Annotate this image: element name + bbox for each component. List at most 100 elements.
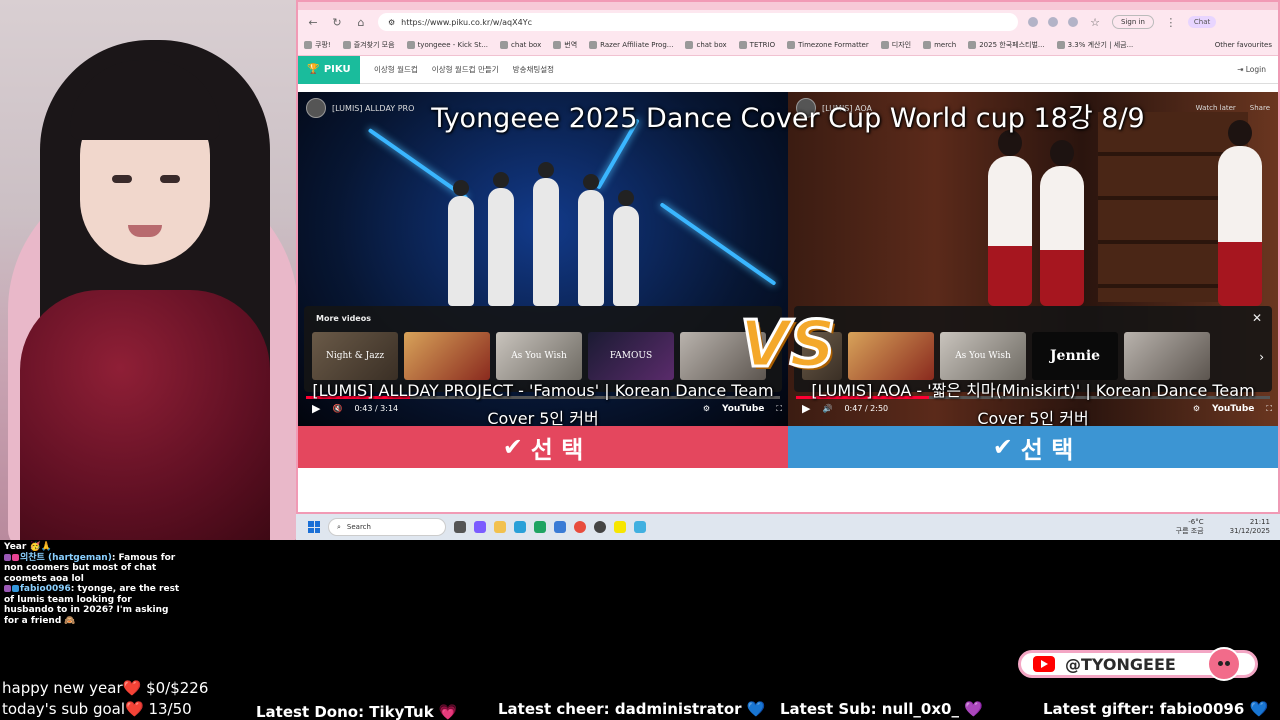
bookmark-item[interactable]: 2025 한국페스티벌... [968, 40, 1045, 50]
extension-icon[interactable] [1068, 17, 1078, 27]
windows-start-icon[interactable] [308, 521, 320, 533]
folder-icon[interactable] [494, 521, 506, 533]
video-left[interactable]: [LUMIS] ALLDAY PRO More videos Night & J… [298, 92, 788, 426]
extension-icon[interactable] [1048, 17, 1058, 27]
bookmark-favicon-icon [787, 40, 796, 49]
bookmark-item[interactable]: chat box [685, 40, 727, 49]
url-field[interactable]: ⚙ https://www.piku.co.kr/w/aqX4Yc [378, 13, 1018, 31]
close-icon[interactable]: ✕ [1252, 311, 1262, 325]
bookmark-label: chat box [511, 40, 542, 49]
video-thumb[interactable]: As You Wish [940, 332, 1026, 380]
video-thumb[interactable]: Jennie [1032, 332, 1118, 380]
bookmark-item[interactable]: 즐겨찾기 모음 [342, 40, 395, 50]
bookmark-favicon-icon [923, 40, 932, 49]
youtube-handle-badge: @TYONGEEE [1018, 647, 1258, 681]
sub-badge-icon [4, 585, 11, 592]
nav-worldcup[interactable]: 이상형 월드컵 [374, 64, 418, 75]
latest-cheer: Latest cheer: dadministrator 💙 [498, 700, 766, 718]
obs-icon[interactable] [594, 521, 606, 533]
bookmark-item[interactable]: Timezone Formatter [787, 40, 869, 49]
video-thumb[interactable]: FAMOUS [588, 332, 674, 380]
select-right-label: 선 택 [1020, 435, 1074, 464]
bookmark-label: 2025 한국페스티벌... [979, 40, 1045, 49]
bookmark-item[interactable]: merch [923, 40, 956, 49]
bookmark-favicon-icon [1056, 40, 1065, 49]
select-left-button[interactable]: ✔ 선 택 [298, 426, 788, 468]
chat-message: Year 🥳🙏 [4, 542, 182, 553]
sub-badge-icon [4, 553, 11, 561]
clock[interactable]: 21:11 31/12/2025 [1230, 518, 1270, 536]
clock-date: 31/12/2025 [1229, 527, 1270, 535]
trophy-icon: 🏆 [307, 64, 320, 75]
nav-make-worldcup[interactable]: 이상형 월드컵 만들기 [432, 64, 499, 75]
app-icon[interactable] [554, 521, 566, 533]
bookmark-item[interactable]: 디자인 [880, 40, 911, 50]
piku-logo[interactable]: 🏆 PIKU [298, 55, 360, 84]
worldcup-stage: [LUMIS] ALLDAY PRO More videos Night & J… [298, 92, 1278, 426]
signin-button[interactable]: Sign in [1112, 15, 1154, 29]
bookmark-favicon-icon [406, 40, 415, 49]
taskbar-search[interactable]: ⌕ Search [328, 518, 446, 536]
chat-message: 의찬트 (hartgeman): Famous for non coomers … [4, 553, 182, 585]
other-favourites[interactable]: Other favourites [1215, 41, 1272, 49]
video-thumb[interactable]: Night & Jazz [312, 332, 398, 380]
chrome-icon[interactable] [574, 521, 586, 533]
chat-username: 의찬트 (hartgeman) [20, 552, 112, 563]
stream-layout: ← ↻ ⌂ ⚙ https://www.piku.co.kr/w/aqX4Yc … [0, 0, 1280, 720]
star-icon[interactable]: ☆ [1088, 16, 1102, 29]
bookmark-item[interactable]: 3.3% 계산기 | 세금... [1056, 40, 1133, 50]
song-title-left: [LUMIS] ALLDAY PROJECT - 'Famous' | Kore… [312, 381, 774, 426]
check-icon: ✔ [502, 433, 523, 461]
video-right[interactable]: [LUMIS] AOA Watch later Share ✕ As You W… [788, 92, 1278, 426]
bookmark-item[interactable]: 번역 [553, 40, 577, 50]
site-info-icon[interactable]: ⚙ [388, 18, 395, 27]
dancer [488, 172, 514, 306]
chevron-right-icon[interactable]: › [1259, 350, 1264, 364]
select-left-label: 선 택 [530, 435, 584, 464]
share-button[interactable]: Share [1250, 104, 1270, 112]
bookmark-label: chat box [696, 40, 727, 49]
webcam-feed [0, 0, 296, 540]
watch-later-button[interactable]: Watch later [1196, 104, 1236, 112]
bookmark-item[interactable]: 쿠팡! [304, 40, 331, 50]
bookmark-item[interactable]: tyongeee - Kick St... [406, 40, 488, 49]
task-view-icon[interactable] [454, 521, 466, 533]
more-videos-label: More videos [316, 314, 371, 323]
yt-video-title[interactable]: [LUMIS] ALLDAY PRO [332, 104, 414, 113]
video-thumb[interactable] [848, 332, 934, 380]
menu-icon[interactable]: ⋮ [1164, 16, 1178, 29]
chat-button[interactable]: Chat [1187, 16, 1217, 28]
gift-badge-icon [12, 585, 19, 592]
reload-icon[interactable]: ↻ [330, 16, 344, 29]
store-icon[interactable] [514, 521, 526, 533]
stage-light [659, 202, 777, 286]
bookmark-item[interactable]: chat box [500, 40, 542, 49]
bookmark-item[interactable]: TETRIO [738, 40, 775, 49]
tab-strip[interactable] [298, 2, 1278, 10]
nav-chat-settings[interactable]: 방송채팅설정 [513, 64, 554, 75]
notepad-icon[interactable] [634, 521, 646, 533]
search-icon: ⌕ [337, 522, 341, 531]
extension-icon[interactable] [1028, 17, 1038, 27]
video-thumb[interactable]: As You Wish [496, 332, 582, 380]
bookmark-item[interactable]: Razer Affiliate Prog... [589, 40, 673, 49]
kakaotalk-icon[interactable] [614, 521, 626, 533]
video-thumb[interactable] [1124, 332, 1210, 380]
yt-video-title[interactable]: [LUMIS] AOA [822, 104, 872, 113]
heart-badge-icon [12, 553, 19, 561]
weather-widget[interactable]: -6°C 구름 조금 [1176, 518, 1204, 536]
logo-text: PIKU [323, 64, 351, 75]
home-icon[interactable]: ⌂ [354, 16, 368, 29]
select-right-button[interactable]: ✔ 선 택 [788, 426, 1278, 468]
video-thumb[interactable] [404, 332, 490, 380]
login-link[interactable]: ⇥ Login [1237, 65, 1266, 74]
back-icon[interactable]: ← [306, 16, 320, 29]
discord-icon[interactable] [474, 521, 486, 533]
clock-time: 21:11 [1249, 518, 1270, 526]
chat-message: fabio0096: tyonge, are the rest of lumis… [4, 584, 182, 626]
edge-icon[interactable] [534, 521, 546, 533]
channel-avatar[interactable] [796, 98, 816, 118]
bookmark-favicon-icon [589, 40, 598, 49]
system-tray: -6°C 구름 조금 21:11 31/12/2025 [1176, 518, 1280, 536]
channel-avatar[interactable] [306, 98, 326, 118]
